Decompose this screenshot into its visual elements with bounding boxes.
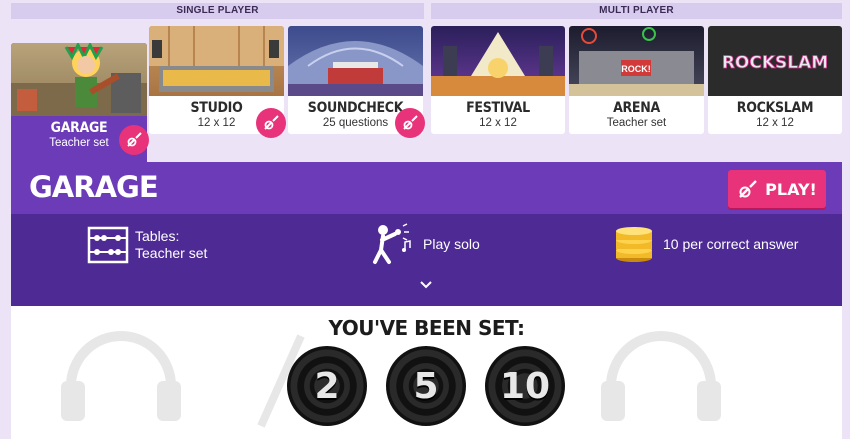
abacus-icon [87, 226, 129, 264]
mode-sub: 12 x 12 [756, 117, 794, 129]
rockslam-thumbnail: ROCKSLAM [708, 26, 842, 96]
multi-player-label: MULTI PLAYER [431, 3, 842, 19]
singer-icon [373, 223, 411, 264]
garage-thumbnail [11, 43, 147, 116]
mode-card-arena[interactable]: ROCK! ARENA Teacher set [569, 26, 704, 134]
page-title: GARAGE [29, 170, 159, 204]
guitar-icon[interactable] [119, 125, 149, 155]
tables-label: Tables: [135, 228, 180, 244]
rockslam-logo-text: ROCKSLAM [722, 53, 828, 73]
coins-icon [616, 227, 652, 262]
arena-sign-text: ROCK! [621, 64, 651, 74]
info-bar: Tables: Teacher set Play solo 10 per cor… [11, 214, 842, 306]
tables-value: Teacher set [135, 245, 208, 261]
coins-text: 10 per correct answer [663, 236, 799, 252]
guitar-icon [739, 180, 758, 198]
mode-sub: Teacher set [606, 117, 667, 129]
mode-header: GARAGE PLAY! [11, 162, 842, 214]
play-button[interactable]: PLAY! [728, 170, 826, 208]
guitar-icon[interactable] [395, 108, 425, 138]
arena-thumbnail: ROCK! [569, 26, 704, 96]
festival-thumbnail [431, 26, 565, 96]
play-mode-info: Play solo [371, 222, 480, 266]
set-title: YOU'VE BEEN SET: [328, 316, 525, 340]
mode-sub: 12 x 12 [479, 117, 517, 129]
chevron-down-icon[interactable] [419, 280, 433, 290]
single-player-label: SINGLE PLAYER [11, 3, 424, 19]
soundcheck-thumbnail [288, 26, 423, 96]
mode-name: ARENA [613, 100, 660, 116]
mode-card-festival[interactable]: FESTIVAL 12 x 12 [431, 26, 565, 134]
table-number: 5 [413, 365, 439, 407]
coins-info: 10 per correct answer [613, 224, 798, 264]
guitar-icon[interactable] [256, 108, 286, 138]
mode-card-rockslam[interactable]: ROCKSLAM ROCKSLAM 12 x 12 [708, 26, 842, 134]
tables-info: Tables: Teacher set [87, 226, 207, 264]
set-panel: YOU'VE BEEN SET: 2 5 10 [11, 306, 842, 439]
table-record-5: 5 [386, 346, 466, 426]
play-mode-text: Play solo [423, 236, 480, 252]
mode-name: FESTIVAL [466, 100, 530, 116]
studio-thumbnail [149, 26, 284, 96]
table-number: 10 [499, 365, 551, 407]
table-number: 2 [314, 365, 340, 407]
play-label: PLAY! [765, 179, 817, 199]
mode-name: ROCKSLAM [736, 100, 814, 116]
table-record-10: 10 [485, 346, 565, 426]
table-record-2: 2 [287, 346, 367, 426]
